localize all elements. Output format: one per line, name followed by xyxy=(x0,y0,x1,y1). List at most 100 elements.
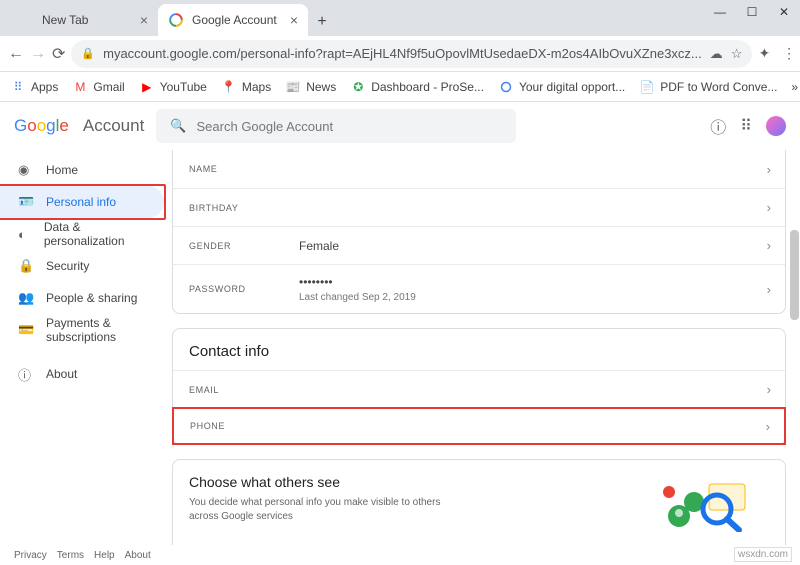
footer-about[interactable]: About xyxy=(125,550,151,561)
sidebar-item-personal-info[interactable]: 🪪Personal info xyxy=(0,186,164,218)
row-phone[interactable]: Phone › xyxy=(172,407,786,445)
bookmark-gmail[interactable]: MGmail xyxy=(72,79,124,95)
news-icon: 📰 xyxy=(285,79,301,95)
id-card-icon: 🪪 xyxy=(18,194,34,210)
star-icon[interactable]: ☆ xyxy=(731,46,743,62)
blank-favicon-icon xyxy=(18,12,34,28)
label-birthday: Birthday xyxy=(189,203,299,213)
footer: Privacy Terms Help About xyxy=(14,550,151,561)
scrollbar-thumb[interactable] xyxy=(790,230,799,320)
gmail-icon: M xyxy=(72,79,88,95)
new-tab-button[interactable]: + xyxy=(308,8,336,36)
chevron-right-icon: › xyxy=(767,162,771,177)
menu-icon[interactable]: ⋮ xyxy=(782,43,796,65)
dashboard-icon: ✪ xyxy=(350,79,366,95)
search-placeholder: Search Google Account xyxy=(197,119,334,134)
footer-help[interactable]: Help xyxy=(94,550,115,561)
sidebar-item-home[interactable]: ◉Home xyxy=(0,154,166,186)
others-title: Choose what others see xyxy=(189,474,639,490)
bookmark-maps[interactable]: 📍Maps xyxy=(221,79,271,95)
footer-privacy[interactable]: Privacy xyxy=(14,550,47,561)
sidebar-item-about[interactable]: ⓘAbout xyxy=(0,358,166,390)
watermark: wsxdn.com xyxy=(734,547,792,562)
label-name: Name xyxy=(189,164,299,174)
address-bar: ← → ⟳ 🔒 myaccount.google.com/personal-in… xyxy=(0,36,800,72)
footer-terms[interactable]: Terms xyxy=(57,550,84,561)
row-email[interactable]: Email › xyxy=(173,370,785,408)
sidebar: ◉Home 🪪Personal info ◐Data & personaliza… xyxy=(0,150,172,545)
pdf-icon: 📄 xyxy=(639,79,655,95)
home-icon: ◉ xyxy=(18,162,34,178)
lock-icon: 🔒 xyxy=(18,258,34,274)
bookmark-youtube[interactable]: ▶YouTube xyxy=(139,79,207,95)
tab-new-tab[interactable]: New Tab × xyxy=(8,4,158,36)
account-avatar[interactable] xyxy=(766,116,786,136)
tab-close-icon[interactable]: × xyxy=(290,12,298,28)
bookmarks-overflow[interactable]: » xyxy=(791,80,798,94)
back-button[interactable]: ← xyxy=(8,42,24,66)
window-close[interactable]: ✕ xyxy=(768,0,800,24)
extensions-icon[interactable]: ✦ xyxy=(758,43,770,65)
help-icon[interactable]: ⓘ xyxy=(710,114,726,138)
tab-close-icon[interactable]: × xyxy=(140,12,148,28)
apps-icon: ⠿ xyxy=(10,79,26,95)
maps-icon: 📍 xyxy=(221,79,237,95)
url-text: myaccount.google.com/personal-info?rapt=… xyxy=(103,46,702,61)
youtube-icon: ▶ xyxy=(139,79,155,95)
sidebar-item-payments[interactable]: 💳Payments & subscriptions xyxy=(0,314,166,346)
row-password[interactable]: Password •••••••• Last changed Sep 2, 20… xyxy=(173,264,785,313)
chevron-right-icon: › xyxy=(767,282,771,297)
window-maximize[interactable]: ☐ xyxy=(736,0,768,24)
apps-grid-icon[interactable]: ⠿ xyxy=(740,116,752,136)
others-desc: You decide what personal info you make v… xyxy=(189,496,449,524)
tab-title: Google Account xyxy=(192,13,277,27)
google-favicon-icon xyxy=(168,12,184,28)
tab-google-account[interactable]: Google Account × xyxy=(158,4,308,36)
bookmark-apps[interactable]: ⠿Apps xyxy=(10,79,58,95)
page-header: Google Account 🔍 Search Google Account ⓘ… xyxy=(0,102,800,150)
tab-title: New Tab xyxy=(42,13,88,27)
sidebar-item-security[interactable]: 🔒Security xyxy=(0,250,166,282)
search-icon: 🔍 xyxy=(170,118,186,134)
info-icon: ⓘ xyxy=(18,365,34,384)
card-icon: 💳 xyxy=(18,322,34,338)
data-icon: ◐ xyxy=(18,227,32,242)
forward-button[interactable]: → xyxy=(30,42,46,66)
row-name[interactable]: Name › xyxy=(173,150,785,188)
others-see-card: Choose what others see You decide what p… xyxy=(172,459,786,545)
bookmark-pdf[interactable]: 📄PDF to Word Conve... xyxy=(639,79,777,95)
illustration-icon xyxy=(639,474,769,532)
sub-password-changed: Last changed Sep 2, 2019 xyxy=(299,292,416,303)
bookmark-dashboard[interactable]: ✪Dashboard - ProSe... xyxy=(350,79,484,95)
bookmark-digital[interactable]: Your digital opport... xyxy=(498,79,625,95)
row-birthday[interactable]: Birthday › xyxy=(173,188,785,226)
value-gender: Female xyxy=(299,239,339,253)
sidebar-item-data-personalization[interactable]: ◐Data & personalization xyxy=(0,218,166,250)
label-password: Password xyxy=(189,284,299,294)
account-label: Account xyxy=(83,116,144,136)
chevron-right-icon: › xyxy=(767,382,771,397)
reload-button[interactable]: ⟳ xyxy=(52,42,65,66)
translate-icon[interactable]: ☁ xyxy=(710,46,723,62)
google-logo[interactable]: Google xyxy=(14,116,69,136)
label-gender: Gender xyxy=(189,241,299,251)
bookmarks-bar: ⠿Apps MGmail ▶YouTube 📍Maps 📰News ✪Dashb… xyxy=(0,72,800,102)
chevron-right-icon: › xyxy=(766,419,770,434)
tab-strip: New Tab × Google Account × + xyxy=(0,0,800,36)
label-phone: Phone xyxy=(190,421,300,431)
bookmark-news[interactable]: 📰News xyxy=(285,79,336,95)
chevron-right-icon: › xyxy=(767,200,771,215)
window-minimize[interactable]: — xyxy=(704,0,736,24)
url-input[interactable]: 🔒 myaccount.google.com/personal-info?rap… xyxy=(71,40,752,68)
card-title-contact: Contact info xyxy=(173,329,785,370)
search-input[interactable]: 🔍 Search Google Account xyxy=(156,109,516,143)
sidebar-item-people-sharing[interactable]: 👥People & sharing xyxy=(0,282,166,314)
main-content: Name › Birthday › Gender Female › Passwo… xyxy=(172,150,800,545)
people-icon: 👥 xyxy=(18,290,34,306)
google-icon xyxy=(498,79,514,95)
value-password: •••••••• xyxy=(299,275,416,289)
row-gender[interactable]: Gender Female › xyxy=(173,226,785,264)
label-email: Email xyxy=(189,385,299,395)
basic-info-card: Name › Birthday › Gender Female › Passwo… xyxy=(172,150,786,314)
contact-info-card: Contact info Email › Phone › xyxy=(172,328,786,445)
